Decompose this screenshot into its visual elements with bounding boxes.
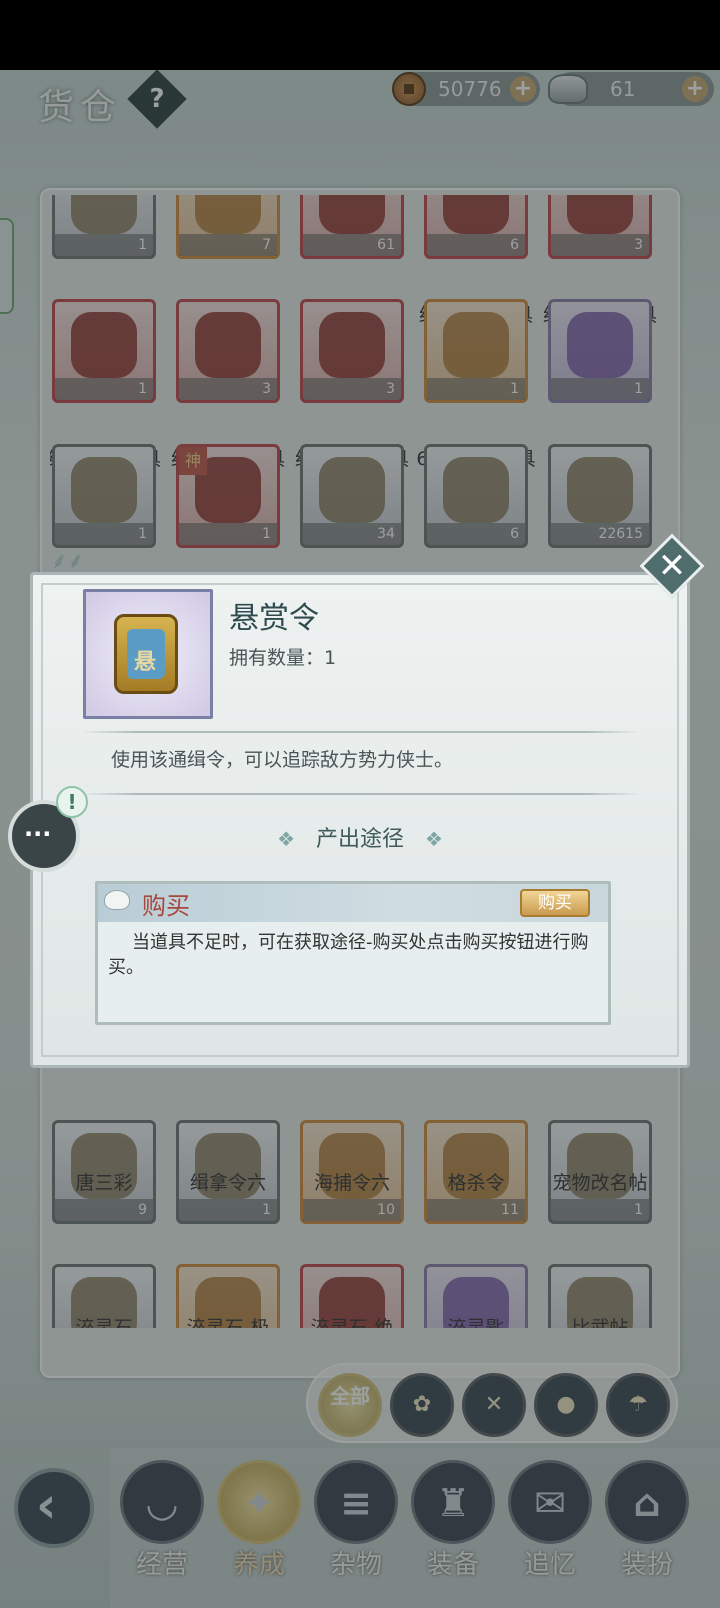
source-card-purchase: 购买 购买 当道具不足时，可在获取途径-购买处点击购买按钮进行购买。 xyxy=(95,881,611,1025)
purchase-button[interactable]: 购买 xyxy=(520,889,590,917)
divider xyxy=(81,793,641,795)
item-name: 悬赏令 xyxy=(229,601,319,636)
divider xyxy=(81,731,641,733)
source-section-title: ❖ 产出途径 ❖ xyxy=(33,821,687,853)
item-detail-dialog: ⸙⸙ ✕ 悬 悬赏令 拥有数量：1 使用该通缉令，可以追踪敌方势力侠士。 ❖ 产… xyxy=(30,533,705,1068)
chat-icon: ··· xyxy=(24,820,52,848)
item-icon-frame: 悬 xyxy=(83,589,213,719)
source-card-description: 当道具不足时，可在获取途径-购买处点击购买按钮进行购买。 xyxy=(108,932,589,978)
close-icon: ✕ xyxy=(657,546,687,586)
item-description: 使用该通缉令，可以追踪敌方势力侠士。 xyxy=(111,749,454,771)
quantity-label: 拥有数量： xyxy=(229,647,325,669)
source-title-text: 产出途径 xyxy=(315,827,404,852)
quantity-value: 1 xyxy=(324,647,337,669)
diamond-icon: ❖ xyxy=(424,827,443,851)
item-quantity: 拥有数量：1 xyxy=(229,643,336,670)
diamond-icon: ❖ xyxy=(277,827,295,851)
lotus-icon xyxy=(104,890,130,910)
pendant-character: 悬 xyxy=(134,650,157,675)
source-card-header: 购买 购买 xyxy=(98,884,608,922)
birds-decoration: ⸙⸙ xyxy=(51,549,85,574)
source-card-title: 购买 xyxy=(142,892,190,920)
chat-alert-icon: ! xyxy=(56,786,88,818)
